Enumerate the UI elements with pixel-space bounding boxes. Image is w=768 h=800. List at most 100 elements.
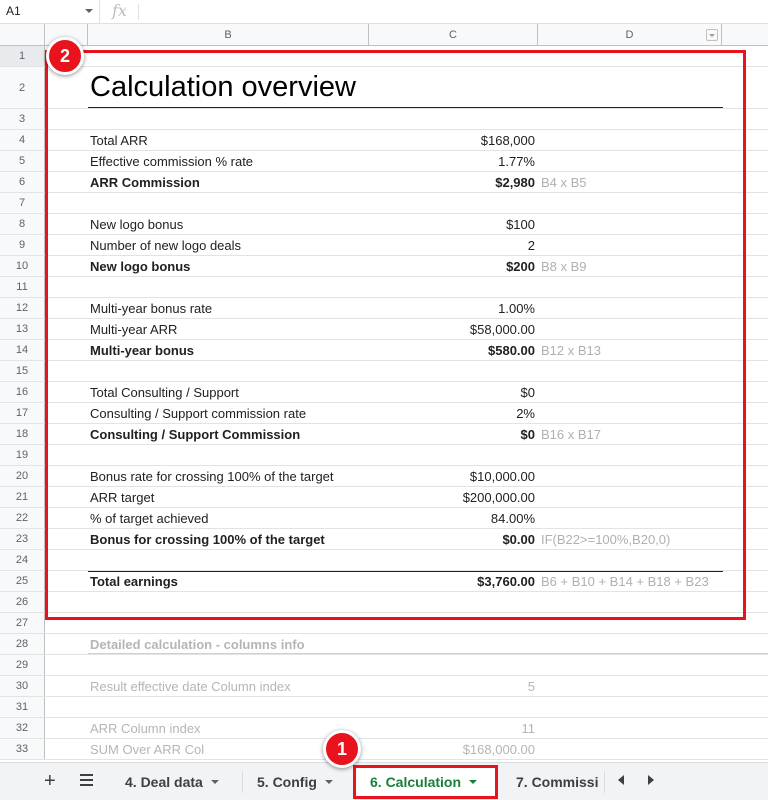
- table-row[interactable]: 25 Total earnings $3,760.00 B6 + B10 + B…: [0, 571, 768, 592]
- value-cell[interactable]: $200,000.00: [369, 487, 535, 507]
- select-all-corner[interactable]: [0, 24, 45, 46]
- row-number[interactable]: 18: [0, 424, 45, 444]
- table-row[interactable]: 31: [0, 697, 768, 718]
- label-cell[interactable]: SUM Over ARR Col: [90, 739, 204, 759]
- table-row[interactable]: 20 Bonus rate for crossing 100% of the t…: [0, 466, 768, 487]
- row-number[interactable]: 32: [0, 718, 45, 738]
- label-cell[interactable]: Bonus for crossing 100% of the target: [90, 529, 325, 549]
- tab-calculation[interactable]: 6. Calculation: [353, 765, 498, 799]
- tab-commissions[interactable]: 7. Commissi: [504, 763, 604, 800]
- spreadsheet-grid[interactable]: 1 2 Calculation overview 3 4 Total ARR $…: [0, 46, 768, 762]
- tab-config[interactable]: 5. Config: [245, 763, 345, 800]
- label-cell[interactable]: Effective commission % rate: [90, 151, 253, 171]
- name-box[interactable]: A1: [0, 0, 100, 23]
- label-cell[interactable]: Multi-year ARR: [90, 319, 177, 339]
- chevron-down-icon[interactable]: [469, 780, 478, 784]
- table-row[interactable]: 10 New logo bonus $200 B8 x B9: [0, 256, 768, 277]
- value-cell[interactable]: 2: [369, 235, 535, 255]
- label-cell[interactable]: Multi-year bonus: [90, 340, 194, 360]
- value-cell[interactable]: $580.00: [369, 340, 535, 360]
- label-cell[interactable]: New logo bonus: [90, 256, 190, 276]
- value-cell[interactable]: 2%: [369, 403, 535, 423]
- label-cell[interactable]: ARR target: [90, 487, 154, 507]
- row-number[interactable]: 19: [0, 445, 45, 465]
- row-number[interactable]: 1: [0, 46, 45, 66]
- row-number[interactable]: 11: [0, 277, 45, 297]
- row-number[interactable]: 14: [0, 340, 45, 360]
- label-cell[interactable]: % of target achieved: [90, 508, 209, 528]
- table-row[interactable]: 9 Number of new logo deals 2: [0, 235, 768, 256]
- label-cell[interactable]: Multi-year bonus rate: [90, 298, 212, 318]
- row-number[interactable]: 15: [0, 361, 45, 381]
- value-cell[interactable]: $168,000.00: [369, 739, 535, 759]
- row-number[interactable]: 21: [0, 487, 45, 507]
- row-number[interactable]: 9: [0, 235, 45, 255]
- row-number[interactable]: 20: [0, 466, 45, 486]
- table-row[interactable]: 12 Multi-year bonus rate 1.00%: [0, 298, 768, 319]
- column-header-b[interactable]: B: [88, 24, 369, 46]
- table-row[interactable]: 6 ARR Commission $2,980 B4 x B5: [0, 172, 768, 193]
- row-number[interactable]: 13: [0, 319, 45, 339]
- chevron-down-icon[interactable]: [85, 9, 93, 13]
- table-row[interactable]: 21 ARR target $200,000.00: [0, 487, 768, 508]
- filter-dropdown-icon[interactable]: [706, 29, 718, 41]
- value-cell[interactable]: $200: [369, 256, 535, 276]
- value-cell[interactable]: $0.00: [369, 529, 535, 549]
- row-number[interactable]: 31: [0, 697, 45, 717]
- tab-deal-data[interactable]: 4. Deal data: [113, 763, 231, 800]
- row-number[interactable]: 26: [0, 592, 45, 612]
- label-cell[interactable]: Bonus rate for crossing 100% of the targ…: [90, 466, 334, 486]
- row-number[interactable]: 22: [0, 508, 45, 528]
- row-number[interactable]: 23: [0, 529, 45, 549]
- formula-note-cell[interactable]: B4 x B5: [541, 172, 587, 192]
- table-row[interactable]: 26: [0, 592, 768, 613]
- row-number[interactable]: 17: [0, 403, 45, 423]
- value-cell[interactable]: $100: [369, 214, 535, 234]
- value-cell[interactable]: 1.77%: [369, 151, 535, 171]
- row-number[interactable]: 10: [0, 256, 45, 276]
- table-row[interactable]: 27: [0, 613, 768, 634]
- row-number[interactable]: 24: [0, 550, 45, 570]
- table-row[interactable]: 29: [0, 655, 768, 676]
- table-row[interactable]: 17 Consulting / Support commission rate …: [0, 403, 768, 424]
- table-row[interactable]: 16 Total Consulting / Support $0: [0, 382, 768, 403]
- label-cell[interactable]: Total ARR: [90, 130, 148, 150]
- label-cell[interactable]: Number of new logo deals: [90, 235, 241, 255]
- value-cell[interactable]: $3,760.00: [369, 571, 535, 591]
- table-row[interactable]: 2 Calculation overview: [0, 67, 768, 109]
- sheet-list-icon[interactable]: [80, 774, 93, 786]
- table-row[interactable]: 5 Effective commission % rate 1.77%: [0, 151, 768, 172]
- value-cell[interactable]: 84.00%: [369, 508, 535, 528]
- scroll-left-icon[interactable]: [618, 775, 624, 785]
- column-header-c[interactable]: C: [369, 24, 538, 46]
- label-cell[interactable]: Total Consulting / Support: [90, 382, 239, 402]
- label-cell[interactable]: Consulting / Support Commission: [90, 424, 300, 444]
- row-number[interactable]: 25: [0, 571, 45, 591]
- table-row[interactable]: 8 New logo bonus $100: [0, 214, 768, 235]
- value-cell[interactable]: $0: [369, 382, 535, 402]
- chevron-down-icon[interactable]: [324, 779, 333, 784]
- table-row[interactable]: 32 ARR Column index 11: [0, 718, 768, 739]
- row-number[interactable]: 8: [0, 214, 45, 234]
- table-row[interactable]: 19: [0, 445, 768, 466]
- label-cell[interactable]: Consulting / Support commission rate: [90, 403, 306, 423]
- value-cell[interactable]: 1.00%: [369, 298, 535, 318]
- row-number[interactable]: 5: [0, 151, 45, 171]
- formula-note-cell[interactable]: IF(B22>=100%,B20,0): [541, 529, 670, 549]
- value-cell[interactable]: $58,000.00: [369, 319, 535, 339]
- row-number[interactable]: 30: [0, 676, 45, 696]
- table-row[interactable]: 3: [0, 109, 768, 130]
- value-cell[interactable]: 11: [369, 718, 536, 738]
- chevron-down-icon[interactable]: [210, 779, 219, 784]
- table-row[interactable]: 23 Bonus for crossing 100% of the target…: [0, 529, 768, 550]
- label-cell[interactable]: Result effective date Column index: [90, 676, 291, 696]
- row-number[interactable]: 33: [0, 739, 45, 759]
- table-row[interactable]: 33 SUM Over ARR Col $168,000.00: [0, 739, 768, 760]
- table-row[interactable]: 13 Multi-year ARR $58,000.00: [0, 319, 768, 340]
- formula-note-cell[interactable]: B12 x B13: [541, 340, 601, 360]
- formula-note-cell[interactable]: B16 x B17: [541, 424, 601, 444]
- table-row[interactable]: 11: [0, 277, 768, 298]
- row-number[interactable]: 16: [0, 382, 45, 402]
- table-row[interactable]: 28 Detailed calculation - columns info: [0, 634, 768, 655]
- value-cell[interactable]: $10,000.00: [369, 466, 535, 486]
